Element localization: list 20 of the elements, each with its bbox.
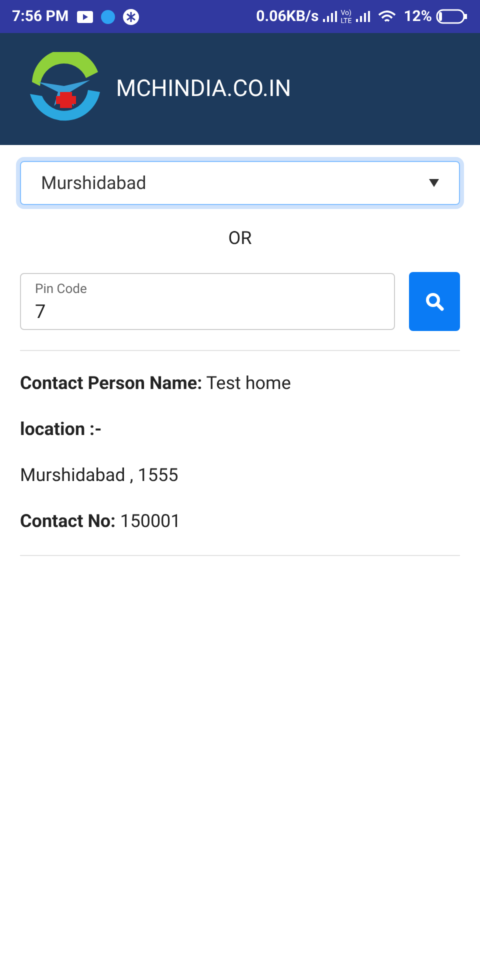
- search-button[interactable]: [409, 272, 460, 331]
- video-icon: [76, 10, 93, 22]
- contact-info-text: location :-: [20, 419, 103, 441]
- status-time: 7:56 PM: [12, 6, 69, 28]
- wifi-icon: [378, 10, 396, 24]
- or-label: OR: [228, 227, 252, 251]
- dropdown-arrow-icon: [429, 179, 439, 187]
- app-icon: [100, 10, 115, 24]
- contact-info-text: Murshidabad , 1555: [20, 465, 180, 487]
- search-icon: [425, 292, 444, 311]
- pin-code-field[interactable]: Pin Code 7: [20, 273, 395, 330]
- signal-icon: [356, 11, 370, 22]
- contact-info-text: Contact Person Name: Test home: [20, 373, 292, 395]
- site-title: MCHINDIA.CO.IN: [116, 74, 292, 104]
- contact-info-text: Contact No: 150001: [20, 511, 182, 533]
- signal-icon: [322, 11, 337, 22]
- app-icon: [122, 8, 139, 24]
- network-speed: 0.06KB/s: [256, 6, 319, 28]
- battery-percent: 12%: [404, 6, 432, 28]
- battery-icon: [436, 9, 468, 24]
